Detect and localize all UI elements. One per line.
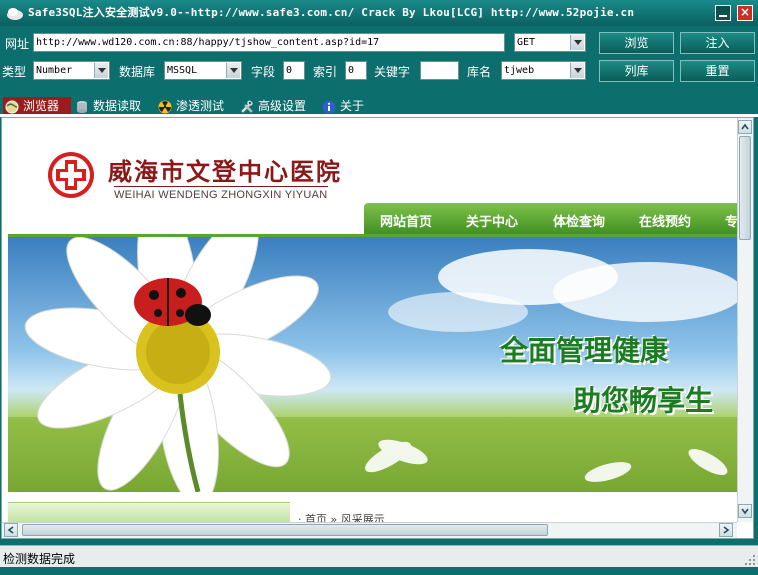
tools-icon bbox=[241, 99, 253, 113]
scroll-left-button[interactable] bbox=[4, 523, 18, 537]
globe-icon bbox=[5, 100, 19, 113]
tab-data-read[interactable]: 数据读取 bbox=[75, 97, 153, 115]
nav-more[interactable]: 专 bbox=[725, 211, 737, 230]
tab-about[interactable]: 关于 bbox=[322, 97, 377, 115]
url-input[interactable]: http://www.wd120.com.cn:88/happy/tjshow_… bbox=[33, 33, 505, 52]
tab-bar: 浏览器 数据读取 渗透测试 高级设置 关于 bbox=[0, 97, 758, 115]
sidebar-box-header bbox=[8, 502, 290, 522]
field-count-input[interactable]: 0 bbox=[283, 61, 305, 80]
hospital-name-en: WEIHAI WENDENG ZHONGXIN YIYUAN bbox=[114, 186, 328, 201]
hospital-name-cn: 威海市文登中心医院 bbox=[108, 157, 342, 186]
window-bottom-border bbox=[0, 567, 758, 575]
inject-button[interactable]: 注入 bbox=[680, 32, 755, 54]
index-input[interactable]: 0 bbox=[345, 61, 367, 80]
nav-checkup-query[interactable]: 体检查询 bbox=[553, 211, 605, 230]
banner-image: 全面管理健康 助您畅享生 bbox=[8, 237, 737, 492]
chevron-down-icon[interactable] bbox=[226, 63, 240, 78]
status-text: 检测数据完成 bbox=[3, 552, 76, 566]
horizontal-scrollbar[interactable] bbox=[2, 522, 737, 538]
radiation-icon bbox=[158, 100, 172, 113]
chevron-left-icon bbox=[7, 526, 14, 534]
chevron-up-icon bbox=[741, 123, 749, 130]
resize-grip-icon[interactable] bbox=[744, 554, 756, 566]
tab-browser[interactable]: 浏览器 bbox=[3, 97, 71, 115]
chevron-down-icon[interactable] bbox=[94, 63, 108, 78]
database-label: 数据库 bbox=[119, 65, 156, 79]
dbname-select[interactable]: tjweb bbox=[501, 61, 586, 80]
minimize-button[interactable] bbox=[715, 5, 731, 21]
site-nav: 网站首页 关于中心 体检查询 在线预约 专 bbox=[364, 203, 737, 235]
tab-data-read-label: 数据读取 bbox=[93, 99, 142, 113]
type-value: Number bbox=[36, 65, 73, 76]
index-label: 索引 bbox=[313, 65, 338, 79]
database-select[interactable]: MSSQL bbox=[164, 61, 242, 80]
horizontal-scroll-thumb[interactable] bbox=[22, 524, 548, 536]
browse-button[interactable]: 浏览 bbox=[599, 32, 674, 54]
url-label: 网址 bbox=[5, 37, 30, 51]
keyword-label: 关键字 bbox=[374, 65, 411, 79]
status-bar: 检测数据完成 bbox=[0, 545, 758, 568]
info-icon bbox=[322, 100, 336, 113]
field-label: 字段 bbox=[251, 65, 276, 79]
injection-toolbar: 网址 http://www.wd120.com.cn:88/happy/tjsh… bbox=[0, 26, 758, 98]
tab-advanced-settings-label: 高级设置 bbox=[258, 99, 307, 113]
banner-slogan-line2: 助您畅享生 bbox=[573, 384, 714, 417]
chevron-down-icon[interactable] bbox=[570, 35, 584, 50]
browser-panel[interactable]: 威海市文登中心医院 WEIHAI WENDENG ZHONGXIN YIYUAN… bbox=[1, 117, 754, 539]
nav-about[interactable]: 关于中心 bbox=[466, 211, 518, 230]
nav-online-booking[interactable]: 在线预约 bbox=[639, 211, 691, 230]
nav-home[interactable]: 网站首页 bbox=[380, 211, 432, 230]
type-select[interactable]: Number bbox=[33, 61, 110, 80]
title-bar: Safe3SQL注入安全测试v9.0--http://www.safe3.com… bbox=[0, 0, 758, 26]
database-icon bbox=[77, 100, 87, 113]
scroll-down-button[interactable] bbox=[738, 504, 752, 518]
keyword-input[interactable] bbox=[420, 61, 459, 80]
tab-browser-label: 浏览器 bbox=[23, 99, 60, 113]
chevron-down-icon[interactable] bbox=[570, 63, 584, 78]
vertical-scroll-thumb[interactable] bbox=[739, 136, 751, 240]
tab-advanced-settings[interactable]: 高级设置 bbox=[240, 97, 318, 115]
breadcrumb: · 首页 » 风采展示 bbox=[298, 513, 385, 522]
webpage-view[interactable]: 威海市文登中心医院 WEIHAI WENDENG ZHONGXIN YIYUAN… bbox=[2, 118, 737, 522]
method-value: GET bbox=[517, 37, 536, 48]
tab-penetration-test-label: 渗透测试 bbox=[176, 99, 225, 113]
scroll-up-button[interactable] bbox=[738, 120, 752, 134]
chevron-right-icon bbox=[723, 526, 730, 534]
tab-about-label: 关于 bbox=[340, 99, 365, 113]
vertical-scrollbar[interactable] bbox=[737, 118, 753, 522]
window-title: Safe3SQL注入安全测试v9.0--http://www.safe3.com… bbox=[28, 6, 635, 19]
tab-penetration-test[interactable]: 渗透测试 bbox=[158, 97, 236, 115]
close-button[interactable]: × bbox=[737, 5, 753, 21]
dbname-label: 库名 bbox=[467, 65, 492, 79]
chevron-down-icon bbox=[741, 508, 749, 515]
type-label: 类型 bbox=[2, 65, 27, 79]
scroll-right-button[interactable] bbox=[719, 523, 733, 537]
hospital-logo-icon bbox=[48, 152, 94, 198]
list-databases-button[interactable]: 列库 bbox=[599, 60, 674, 82]
dbname-value: tjweb bbox=[504, 65, 535, 76]
method-select[interactable]: GET bbox=[514, 33, 586, 52]
app-logo-icon bbox=[7, 8, 23, 20]
database-value: MSSQL bbox=[167, 65, 198, 76]
reset-button[interactable]: 重置 bbox=[680, 60, 755, 82]
banner-slogan-line1: 全面管理健康 bbox=[500, 334, 669, 367]
